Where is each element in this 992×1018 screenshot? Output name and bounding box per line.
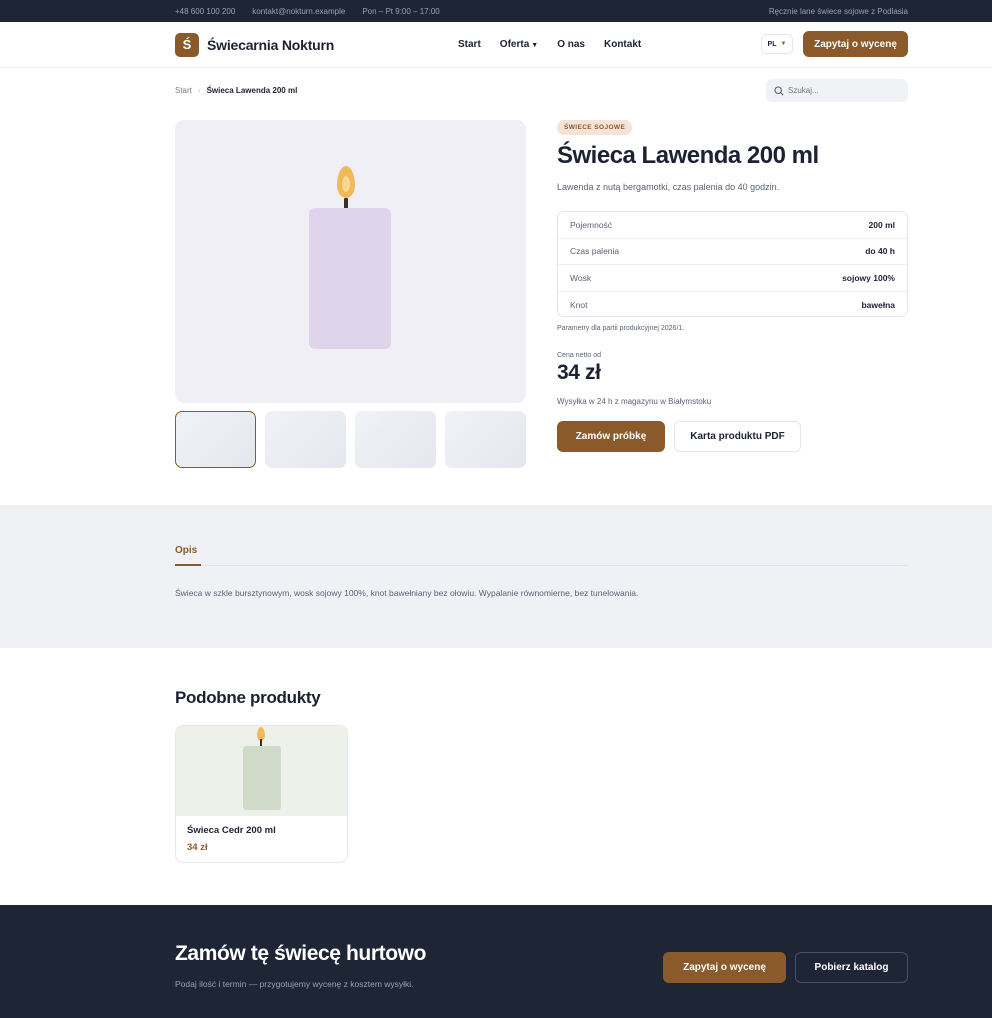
product-main-image[interactable] [175,120,526,403]
spec-key: Pojemność [570,219,613,230]
tab-divider [175,565,908,566]
related-product-image [176,726,347,816]
spec-table: Pojemność 200 ml Czas palenia do 40 h Wo… [557,211,908,317]
search-box[interactable] [766,79,908,102]
search-icon [774,85,784,96]
breadcrumb: Start › Świeca Lawenda 200 ml [175,86,297,95]
description-section: Opis Świeca w szkle bursztynowym, wosk s… [0,505,992,648]
top-bar: +48 600 100 200 kontakt@nokturn.example … [0,0,992,22]
spec-value: bawełna [861,299,895,310]
main-nav: Start Oferta ▼ O nas Kontakt [458,22,660,67]
related-product-card[interactable]: Świeca Cedr 200 ml 34 zł [175,725,348,863]
nav-item-oferta-label: Oferta [499,39,530,50]
spec-key: Czas palenia [570,246,620,257]
spec-row: Knot bawełna [558,292,907,317]
candle-body [309,208,391,349]
breadcrumb-separator: › [197,86,201,95]
tab-active-indicator [175,564,201,566]
candle-flame [337,166,355,198]
nav-item-oferta[interactable]: Oferta ▼ [500,39,538,50]
shipping-info: Wysyłka w 24 h z magazynu w Białymstoku [557,397,712,406]
related-product-name: Świeca Cedr 200 ml [187,825,276,836]
language-select[interactable]: PL ▼ [761,34,793,54]
price-value: 34 zł [557,361,601,384]
language-value: PL [767,40,777,48]
spec-key: Wosk [570,272,592,283]
breadcrumb-home[interactable]: Start [175,86,192,95]
spec-key: Knot [570,299,588,310]
spec-note: Parametry dla partii produkcyjnej 2026/1… [557,325,685,332]
breadcrumb-current: Świeca Lawenda 200 ml [206,86,298,95]
topbar-phone[interactable]: +48 600 100 200 [175,7,235,16]
spec-value: sojowy 100% [842,272,895,283]
product-pdf-button[interactable]: Karta produktu PDF [674,421,801,452]
download-catalog-button[interactable]: Pobierz katalog [795,952,908,983]
logo-mark[interactable]: Ś [175,32,199,57]
related-title: Podobne produkty [175,688,321,707]
tab-opis[interactable]: Opis [175,545,197,556]
gallery-thumbnail[interactable] [265,411,346,468]
header-quote-button[interactable]: Zapytaj o wycenę [803,31,908,57]
gallery-thumbnail[interactable] [175,411,256,468]
wholesale-cta: Zamów tę świecę hurtowo Podaj ilość i te… [0,905,992,1018]
cta-title: Zamów tę świecę hurtowo [175,942,427,965]
site-header: Ś Świecarnia Nokturn Start Oferta ▼ O nas… [0,22,992,68]
related-product-price: 34 zł [187,842,208,853]
topbar-email[interactable]: kontakt@nokturn.example [252,7,345,16]
chevron-down-icon: ▼ [780,41,787,47]
nav-item-start[interactable]: Start [458,39,481,50]
category-badge: ŚWIECE SOJOWE [557,120,633,135]
nav-item-kontakt[interactable]: Kontakt [604,39,641,50]
search-input[interactable] [788,86,898,95]
spec-value: do 40 h [865,246,895,257]
spec-value: 200 ml [868,219,895,230]
spec-row: Pojemność 200 ml [558,212,907,239]
spec-row: Wosk sojowy 100% [558,265,907,292]
brand-name[interactable]: Świecarnia Nokturn [207,37,334,53]
gallery-thumbnail[interactable] [445,411,526,468]
chevron-down-icon: ▼ [531,42,539,49]
price-label: Cena netto od [557,352,601,359]
gallery-thumbnail[interactable] [355,411,436,468]
topbar-hours: Pon – Pt 9:00 – 17:00 [362,6,440,16]
order-sample-button[interactable]: Zamów próbkę [557,421,665,452]
description-text: Świeca w szkle bursztynowym, wosk sojowy… [175,588,639,598]
candle-body [243,746,281,810]
topbar-tagline: Ręcznie lane świece sojowe z Podlasia [768,6,908,16]
nav-item-o-nas[interactable]: O nas [557,39,585,50]
spec-row: Czas palenia do 40 h [558,239,907,265]
cta-subtitle: Podaj ilość i termin — przygotujemy wyce… [175,979,414,989]
cta-quote-button[interactable]: Zapytaj o wycenę [663,952,786,983]
product-subtitle: Lawenda z nutą bergamotki, czas palenia … [557,182,780,192]
product-title: Świeca Lawenda 200 ml [557,142,819,169]
